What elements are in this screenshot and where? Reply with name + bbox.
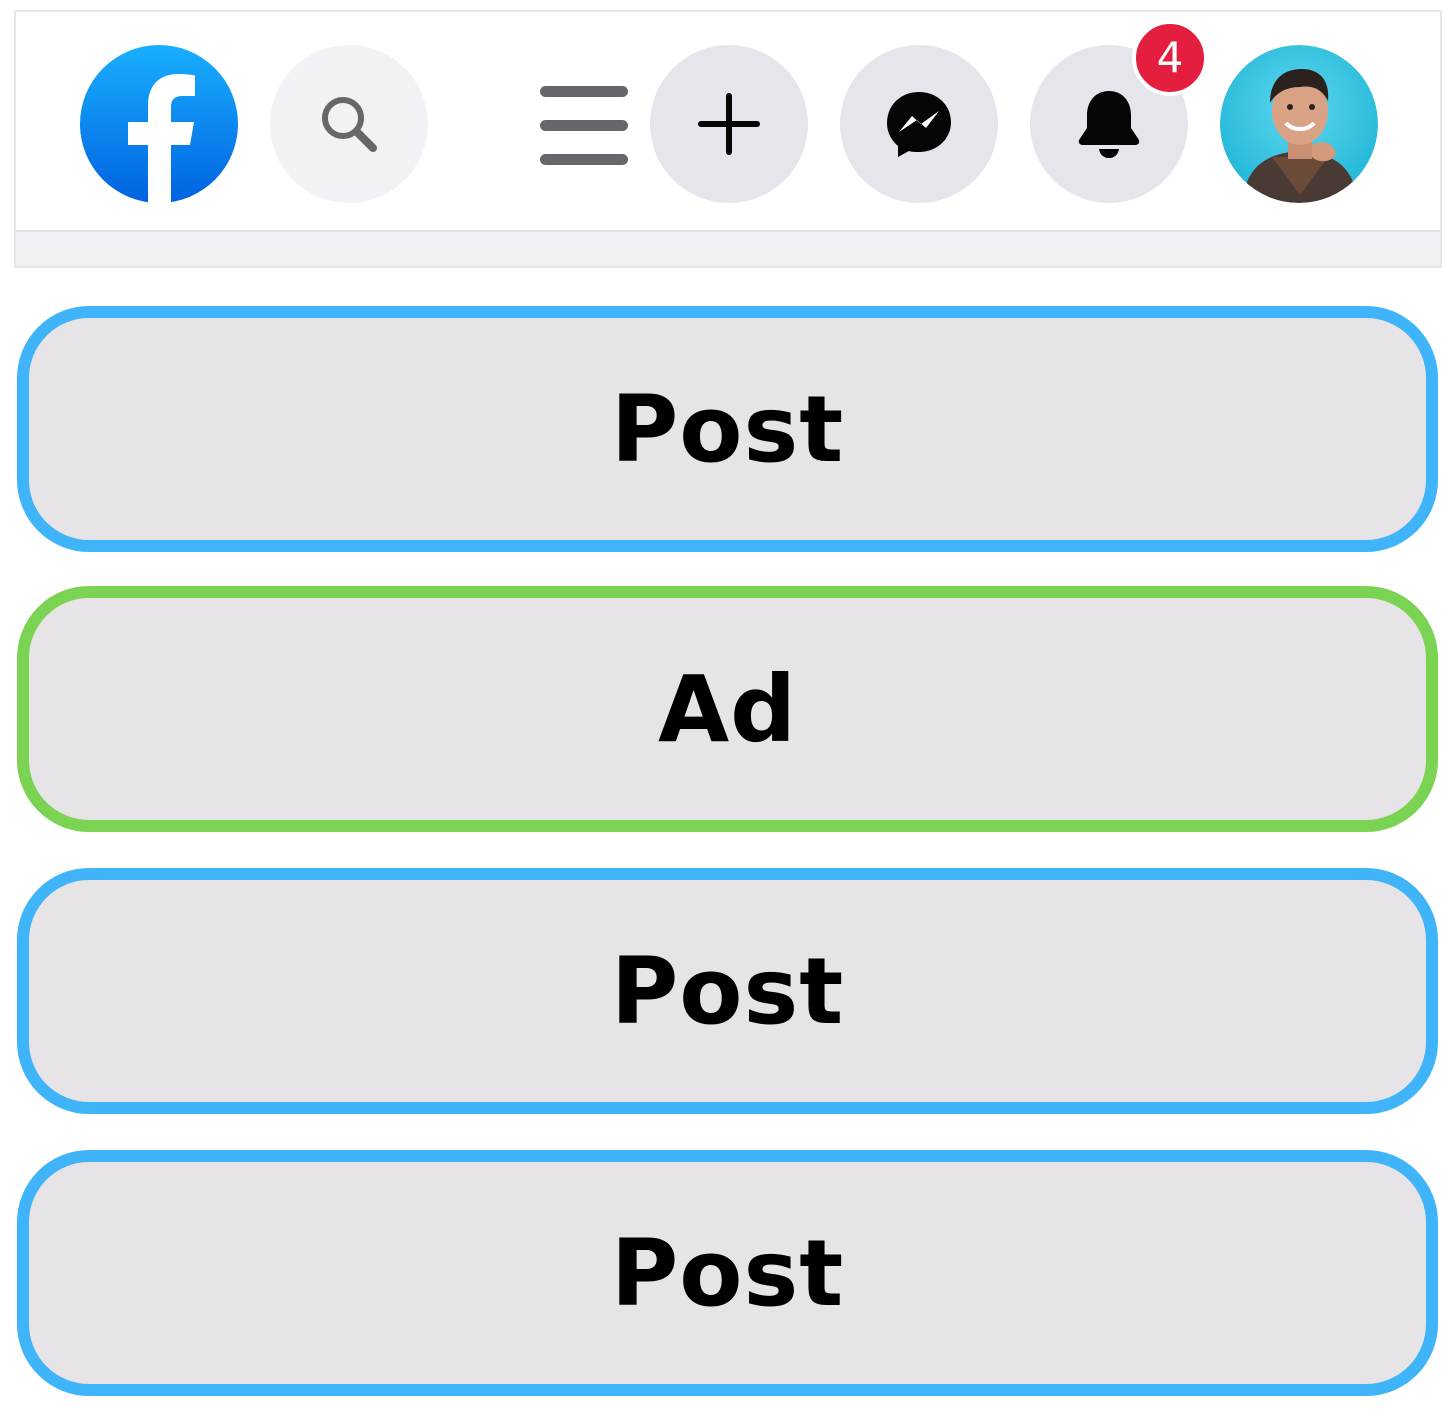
navbar-bottom-strip	[16, 230, 1440, 266]
messenger-button[interactable]	[840, 45, 998, 203]
profile-avatar-button[interactable]	[1220, 45, 1378, 203]
feed-item-label: Ad	[657, 655, 798, 763]
facebook-f-icon	[80, 45, 238, 203]
bell-icon	[1078, 91, 1140, 158]
feed-item-post[interactable]: Post	[17, 868, 1438, 1114]
top-navbar: 4	[14, 10, 1442, 268]
feed-item-label: Post	[610, 1219, 845, 1327]
plus-icon	[698, 93, 760, 155]
facebook-logo-button[interactable]	[80, 45, 238, 203]
hamburger-menu-icon	[540, 86, 628, 165]
avatar-photo-icon	[1220, 45, 1378, 203]
search-icon	[322, 97, 377, 152]
menu-button[interactable]	[536, 80, 632, 170]
search-button[interactable]	[270, 45, 428, 203]
notification-badge: 4	[1132, 20, 1208, 96]
create-button[interactable]	[650, 45, 808, 203]
feed-item-post[interactable]: Post	[17, 306, 1438, 552]
messenger-icon	[887, 92, 951, 157]
feed-item-ad[interactable]: Ad	[17, 586, 1438, 832]
feed-item-label: Post	[610, 375, 845, 483]
feed-item-label: Post	[610, 937, 845, 1045]
feed-item-post[interactable]: Post	[17, 1150, 1438, 1396]
